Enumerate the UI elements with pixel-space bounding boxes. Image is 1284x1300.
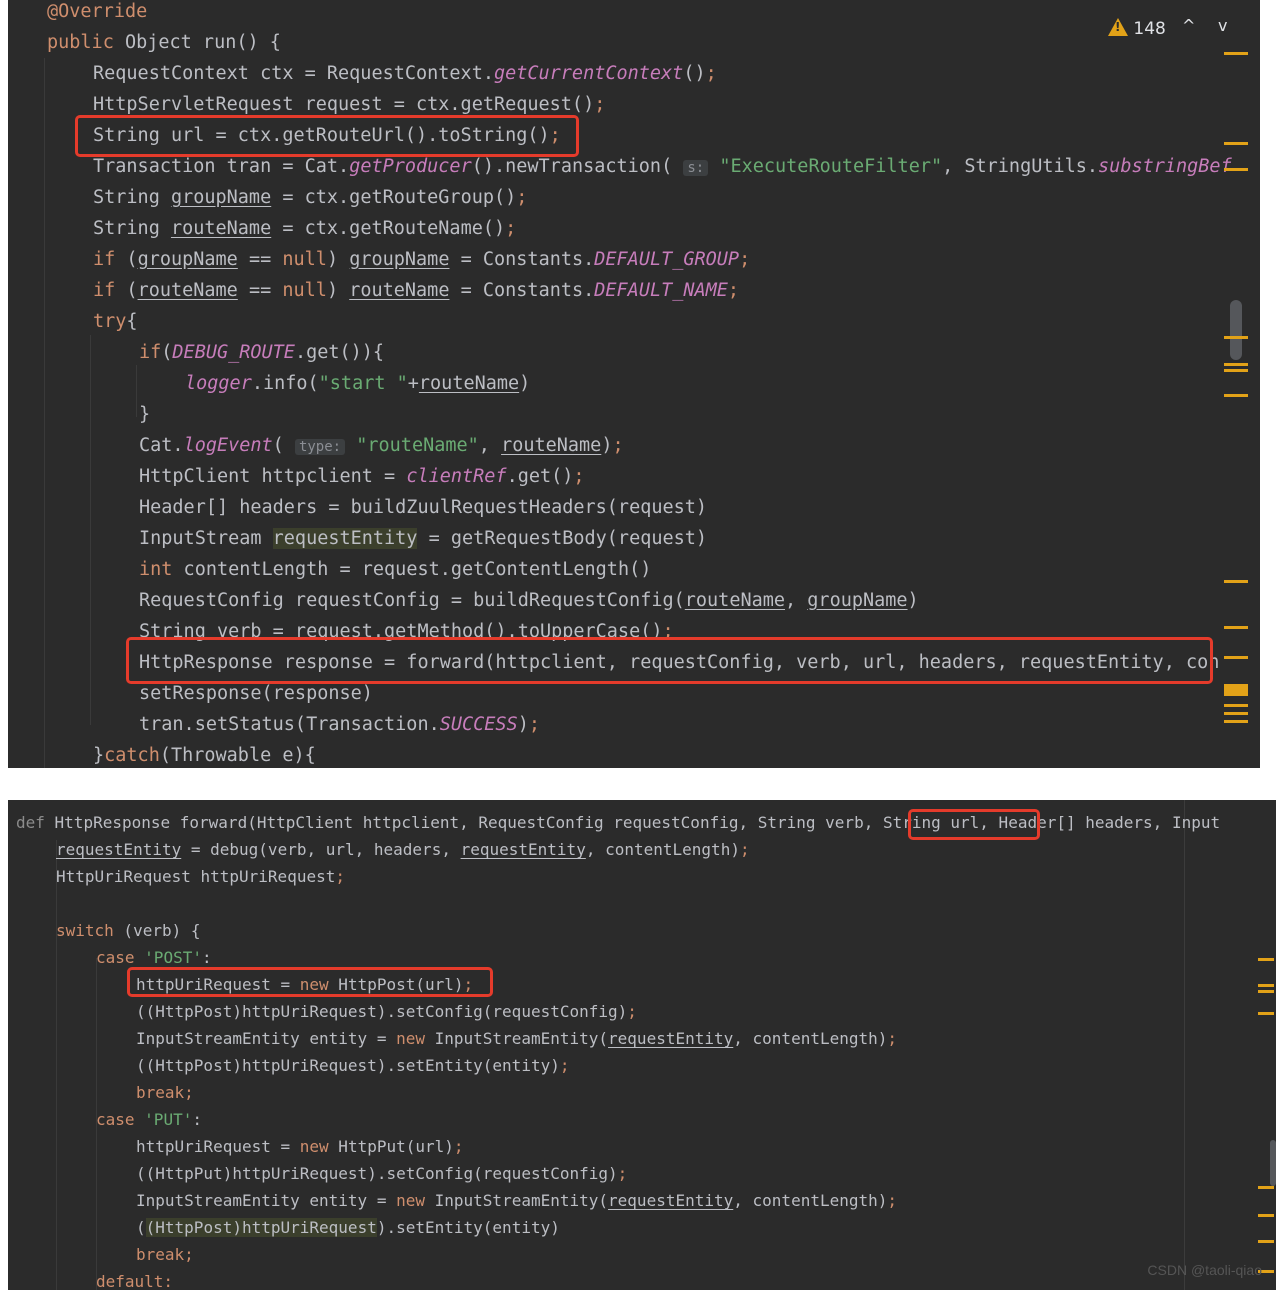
code-line-24: tran.setStatus(Transaction.SUCCESS); bbox=[139, 714, 540, 735]
code-line-14: ((HttpPut)httpUriRequest).setConfig(requ… bbox=[136, 1164, 628, 1183]
highlight-httppost-url bbox=[127, 967, 493, 997]
highlight-forward-call bbox=[126, 637, 1213, 684]
error-stripe-marker bbox=[1224, 684, 1248, 696]
error-stripe-marker bbox=[1224, 142, 1248, 145]
error-stripe-marker bbox=[1224, 363, 1248, 366]
code-line-1: @Override bbox=[47, 1, 148, 22]
code-line-14: } bbox=[139, 404, 151, 425]
error-stripe-marker bbox=[1224, 720, 1248, 723]
scrollbar-thumb[interactable] bbox=[1230, 300, 1242, 360]
code-line-13: httpUriRequest = new HttpPut(url); bbox=[136, 1137, 464, 1156]
code-line-18: default: bbox=[96, 1272, 174, 1290]
code-line-17: Header[] headers = buildZuulRequestHeade… bbox=[139, 497, 708, 518]
error-stripe-marker bbox=[1258, 1186, 1274, 1189]
indent-guide bbox=[44, 58, 45, 768]
highlight-url-parameter bbox=[908, 809, 1040, 840]
indent-guide bbox=[136, 365, 137, 417]
error-stripe-marker bbox=[1258, 1214, 1274, 1217]
code-line-15: InputStreamEntity entity = new InputStre… bbox=[136, 1191, 898, 1210]
code-line-5: switch (verb) { bbox=[56, 921, 201, 940]
code-line-15: Cat.logEvent( type: "routeName", routeNa… bbox=[139, 435, 624, 456]
code-line-18: InputStream requestEntity = getRequestBo… bbox=[139, 528, 708, 549]
watermark: CSDN @taoli-qiao bbox=[1147, 1262, 1262, 1278]
code-line-20: RequestConfig requestConfig = buildReque… bbox=[139, 590, 919, 611]
indent-guide bbox=[90, 335, 91, 725]
error-stripe-marker bbox=[1224, 704, 1248, 707]
scrollbar-thumb[interactable] bbox=[1270, 1140, 1276, 1186]
code-line-16: ((HttpPost)httpUriRequest).setEntity(ent… bbox=[136, 1218, 560, 1237]
error-stripe-marker bbox=[1258, 958, 1274, 961]
previous-highlight-button[interactable]: ^ bbox=[1182, 16, 1195, 35]
code-line-8: String routeName = ctx.getRouteName(); bbox=[93, 218, 517, 239]
error-stripe-marker bbox=[1224, 626, 1248, 629]
highlight-url-declaration bbox=[75, 115, 579, 157]
code-line-10: ((HttpPost)httpUriRequest).setEntity(ent… bbox=[136, 1056, 570, 1075]
code-line-25: }catch(Throwable e){ bbox=[93, 745, 316, 766]
code-line-19: int contentLength = request.getContentLe… bbox=[139, 559, 652, 580]
error-stripe-marker bbox=[1258, 990, 1274, 993]
inspection-widget[interactable]: 148 bbox=[1108, 18, 1166, 39]
code-line-10: if (routeName == null) routeName = Const… bbox=[93, 280, 740, 301]
code-line-11: break; bbox=[136, 1083, 194, 1102]
code-line-2: public Object run() { bbox=[47, 32, 281, 53]
panel-separator bbox=[0, 768, 1284, 800]
error-stripe-marker bbox=[1224, 580, 1248, 583]
error-stripe-marker bbox=[1258, 1012, 1274, 1015]
error-stripe-marker bbox=[1224, 168, 1248, 171]
code-line-9: InputStreamEntity entity = new InputStre… bbox=[136, 1029, 898, 1048]
code-editor-run-method[interactable]: @Override public Object run() { RequestC… bbox=[8, 0, 1260, 768]
error-stripe-marker bbox=[1258, 1240, 1274, 1243]
error-stripe-marker bbox=[1224, 369, 1248, 372]
code-line-16: HttpClient httpclient = clientRef.get(); bbox=[139, 466, 585, 487]
warning-icon bbox=[1108, 18, 1128, 36]
error-stripe-marker bbox=[1224, 712, 1248, 715]
error-stripe-marker bbox=[1224, 394, 1248, 397]
error-stripe-marker bbox=[1224, 336, 1248, 339]
code-line-11: try{ bbox=[93, 311, 138, 332]
code-line-7: String groupName = ctx.getRouteGroup(); bbox=[93, 187, 528, 208]
warning-count: 148 bbox=[1133, 19, 1166, 39]
error-stripe-marker bbox=[1224, 656, 1248, 659]
next-highlight-button[interactable]: v bbox=[1218, 16, 1227, 35]
code-line-12: case 'PUT': bbox=[96, 1110, 202, 1129]
code-line-3: RequestContext ctx = RequestContext.getC… bbox=[93, 63, 717, 84]
code-line-17: break; bbox=[136, 1245, 194, 1264]
error-stripe-marker bbox=[1224, 52, 1248, 55]
code-line-2: requestEntity = debug(verb, url, headers… bbox=[56, 840, 750, 859]
right-margin-line bbox=[1184, 800, 1185, 1290]
code-line-9: if (groupName == null) groupName = Const… bbox=[93, 249, 751, 270]
code-editor-forward-method[interactable]: def HttpResponse forward(HttpClient http… bbox=[8, 800, 1276, 1290]
code-line-3: HttpUriRequest httpUriRequest; bbox=[56, 867, 345, 886]
code-line-13: logger.info("start "+routeName) bbox=[185, 373, 531, 394]
code-line-8: ((HttpPost)httpUriRequest).setConfig(req… bbox=[136, 1002, 637, 1021]
error-stripe-marker bbox=[1258, 984, 1274, 987]
code-line-12: if(DEBUG_ROUTE.get()){ bbox=[139, 342, 385, 363]
indent-guide bbox=[56, 840, 57, 1290]
